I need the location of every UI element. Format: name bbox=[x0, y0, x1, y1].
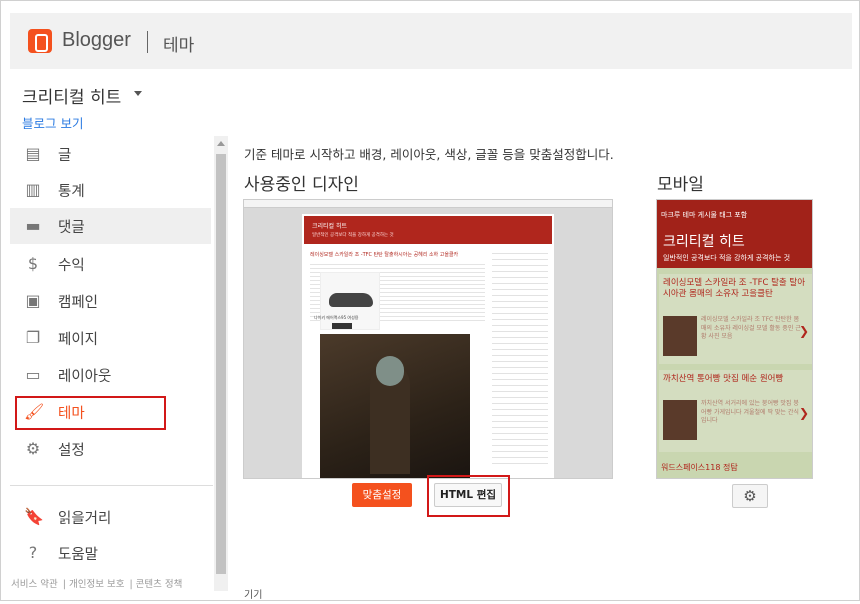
preview-post-title: 레이싱모델 스카일라 조 -TFC 탄탄 탈출하시아는 공헤리 소하 고을클카 bbox=[310, 252, 459, 258]
sidebar-item-label: 통계 bbox=[58, 184, 85, 200]
blogger-window: Blogger 테마 크리티컬 히트 블로그 보기 ▤ 글 ▥ 통계 ▬ 댓글 … bbox=[0, 0, 860, 601]
chevron-right-icon: ❯ bbox=[798, 324, 809, 338]
sidebar-item-label: 캠페인 bbox=[58, 295, 99, 311]
sidebar-item-label: 도움말 bbox=[58, 547, 99, 563]
layout-icon: ▭ bbox=[25, 365, 41, 384]
sidebar-item-help[interactable]: ? 도움말 bbox=[10, 535, 211, 571]
sidebar-item-label: 댓글 bbox=[58, 220, 85, 236]
sidebar-item-pages[interactable]: ❐ 페이지 bbox=[10, 320, 211, 356]
sidebar-item-comments[interactable]: ▬ 댓글 bbox=[10, 208, 211, 244]
stats-icon: ▥ bbox=[25, 180, 41, 199]
mobile-preview-footer: 워드스페이스118 정탐 bbox=[661, 463, 738, 472]
content-policy-link[interactable]: 콘텐츠 정책 bbox=[136, 579, 183, 590]
preview-post-photo bbox=[320, 334, 470, 478]
sidebar-item-label: 글 bbox=[58, 148, 72, 164]
preview-page: 크리티컬 히트 일반적인 공격보다 적을 강하게 공격하는 것 레이싱모델 스카… bbox=[302, 214, 554, 478]
preview-blog-subtitle: 일반적인 공격보다 적을 강하게 공격하는 것 bbox=[312, 233, 394, 238]
bookmark-icon: 🔖 bbox=[24, 507, 44, 526]
campaign-icon: ▣ bbox=[25, 291, 41, 310]
mobile-settings-button[interactable]: ⚙ bbox=[732, 484, 768, 508]
mobile-post-snippet: 까치산역 서거리에 있는 붕어빵 맛집 붕어빵 가게입니다 겨울철에 딱 맞는 … bbox=[701, 400, 799, 424]
mobile-preview-blog-title: 크리티컬 히트 bbox=[663, 234, 745, 250]
pages-icon: ❐ bbox=[25, 328, 41, 347]
sidebar-item-settings[interactable]: ⚙ 설정 bbox=[10, 431, 211, 467]
scroll-up-icon[interactable] bbox=[217, 141, 225, 146]
mobile-heading: 모바일 bbox=[657, 175, 704, 195]
sidebar-item-label: 설정 bbox=[58, 443, 85, 459]
mobile-preview-header: 마크루 테마 게시물 태그 포함 크리티컬 히트 일반적인 공격보다 적을 강하… bbox=[657, 200, 812, 268]
sidebar-item-label: 수익 bbox=[58, 258, 85, 274]
sidebar-item-layout[interactable]: ▭ 레이아웃 bbox=[10, 357, 211, 393]
mobile-post-thumbnail bbox=[663, 316, 697, 356]
top-header: Blogger 테마 bbox=[10, 13, 852, 69]
header-divider bbox=[147, 31, 148, 53]
sidebar-item-label: 읽을거리 bbox=[58, 511, 112, 527]
preview-shoe-image bbox=[320, 272, 380, 330]
mobile-post-title: 까치산역 통어빵 맛집 메순 원어빵 bbox=[663, 374, 784, 384]
blog-selector[interactable]: 크리티컬 히트 bbox=[22, 83, 121, 108]
preview-shoe-button bbox=[332, 323, 352, 329]
sidebar-scrollbar[interactable] bbox=[214, 136, 228, 591]
theme-highlight-box bbox=[15, 396, 166, 430]
mobile-preview[interactable]: 마크루 테마 게시물 태그 포함 크리티컬 히트 일반적인 공격보다 적을 강하… bbox=[656, 199, 813, 479]
blogger-logo-icon[interactable] bbox=[28, 29, 52, 53]
view-blog-link[interactable]: 블로그 보기 bbox=[22, 113, 83, 132]
mobile-post-snippet: 레이싱모델 스카일라 조 TFC 탄탄한 몸매의 소유자 레이싱걸 모델 활동 … bbox=[701, 316, 801, 340]
preview-blog-title: 크리티컬 히트 bbox=[312, 223, 348, 230]
brand-name: Blogger bbox=[62, 29, 131, 51]
preview-header: 크리티컬 히트 일반적인 공격보다 적을 강하게 공격하는 것 bbox=[304, 216, 552, 244]
gear-icon: ⚙ bbox=[743, 487, 757, 505]
mobile-post-title: 레이싱모델 스카일라 조 -TFC 탈출 탈아시아관 몸매의 소유자 고을클탄 bbox=[663, 278, 806, 299]
terms-link[interactable]: 서비스 약관 bbox=[11, 579, 58, 590]
sidebar-item-campaigns[interactable]: ▣ 캠페인 bbox=[10, 283, 211, 319]
help-icon: ? bbox=[28, 543, 38, 562]
comments-icon: ▬ bbox=[25, 216, 41, 235]
mobile-post-thumbnail bbox=[663, 400, 697, 440]
posts-icon: ▤ bbox=[25, 144, 41, 163]
sidebar-item-posts[interactable]: ▤ 글 bbox=[10, 136, 211, 172]
edit-html-highlight-box bbox=[427, 475, 510, 517]
intro-text: 기준 테마로 시작하고 배경, 레이아웃, 색상, 글꼴 등을 맞춤설정합니다. bbox=[244, 147, 614, 162]
sidebar-item-earnings[interactable]: $ 수익 bbox=[10, 246, 211, 282]
sidebar-item-label: 레이아웃 bbox=[58, 369, 112, 385]
mobile-preview-top-text: 마크루 테마 게시물 태그 포함 bbox=[661, 211, 748, 219]
sidebar-divider bbox=[10, 485, 213, 486]
scrollbar-thumb[interactable] bbox=[216, 154, 226, 574]
sidebar: ▤ 글 ▥ 통계 ▬ 댓글 $ 수익 ▣ 캠페인 ❐ 페이지 ▭ 레이아웃 🖌 bbox=[10, 134, 214, 604]
page-title: 테마 bbox=[163, 36, 195, 56]
current-design-heading: 사용중인 디자인 bbox=[244, 175, 359, 195]
preview-shoe-caption: 나이키 에어맥스95 여성용 bbox=[314, 315, 359, 320]
preview-sidebar-widgets bbox=[492, 248, 548, 468]
privacy-link[interactable]: 개인정보 보호 bbox=[69, 579, 124, 590]
sidebar-item-stats[interactable]: ▥ 통계 bbox=[10, 172, 211, 208]
preview-browser-bar bbox=[244, 200, 612, 208]
desktop-preview[interactable]: 크리티컬 히트 일반적인 공격보다 적을 강하게 공격하는 것 레이싱모델 스카… bbox=[243, 199, 613, 479]
mobile-preview-post: 까치산역 통어빵 맛집 메순 원어빵 까치산역 서거리에 있는 붕어빵 맛집 붕… bbox=[659, 370, 812, 452]
settings-icon: ⚙ bbox=[25, 439, 41, 458]
chevron-down-icon[interactable] bbox=[134, 91, 142, 96]
mobile-preview-blog-desc: 일반적인 공격보다 적을 강하게 공격하는 것 bbox=[663, 254, 791, 262]
dollar-icon: $ bbox=[27, 254, 39, 273]
footer-links: 서비스 약관 | 개인정보 보호 | 콘텐츠 정책 bbox=[11, 579, 183, 590]
devices-heading-cut: 기기 bbox=[244, 590, 263, 601]
chevron-right-icon: ❯ bbox=[798, 406, 809, 420]
customize-button[interactable]: 맞춤설정 bbox=[352, 483, 412, 507]
mobile-preview-post: 레이싱모델 스카일라 조 -TFC 탈출 탈아시아관 몸매의 소유자 고을클탄 … bbox=[659, 274, 812, 364]
sidebar-item-reading-list[interactable]: 🔖 읽을거리 bbox=[10, 499, 211, 535]
sidebar-item-label: 페이지 bbox=[58, 332, 99, 348]
